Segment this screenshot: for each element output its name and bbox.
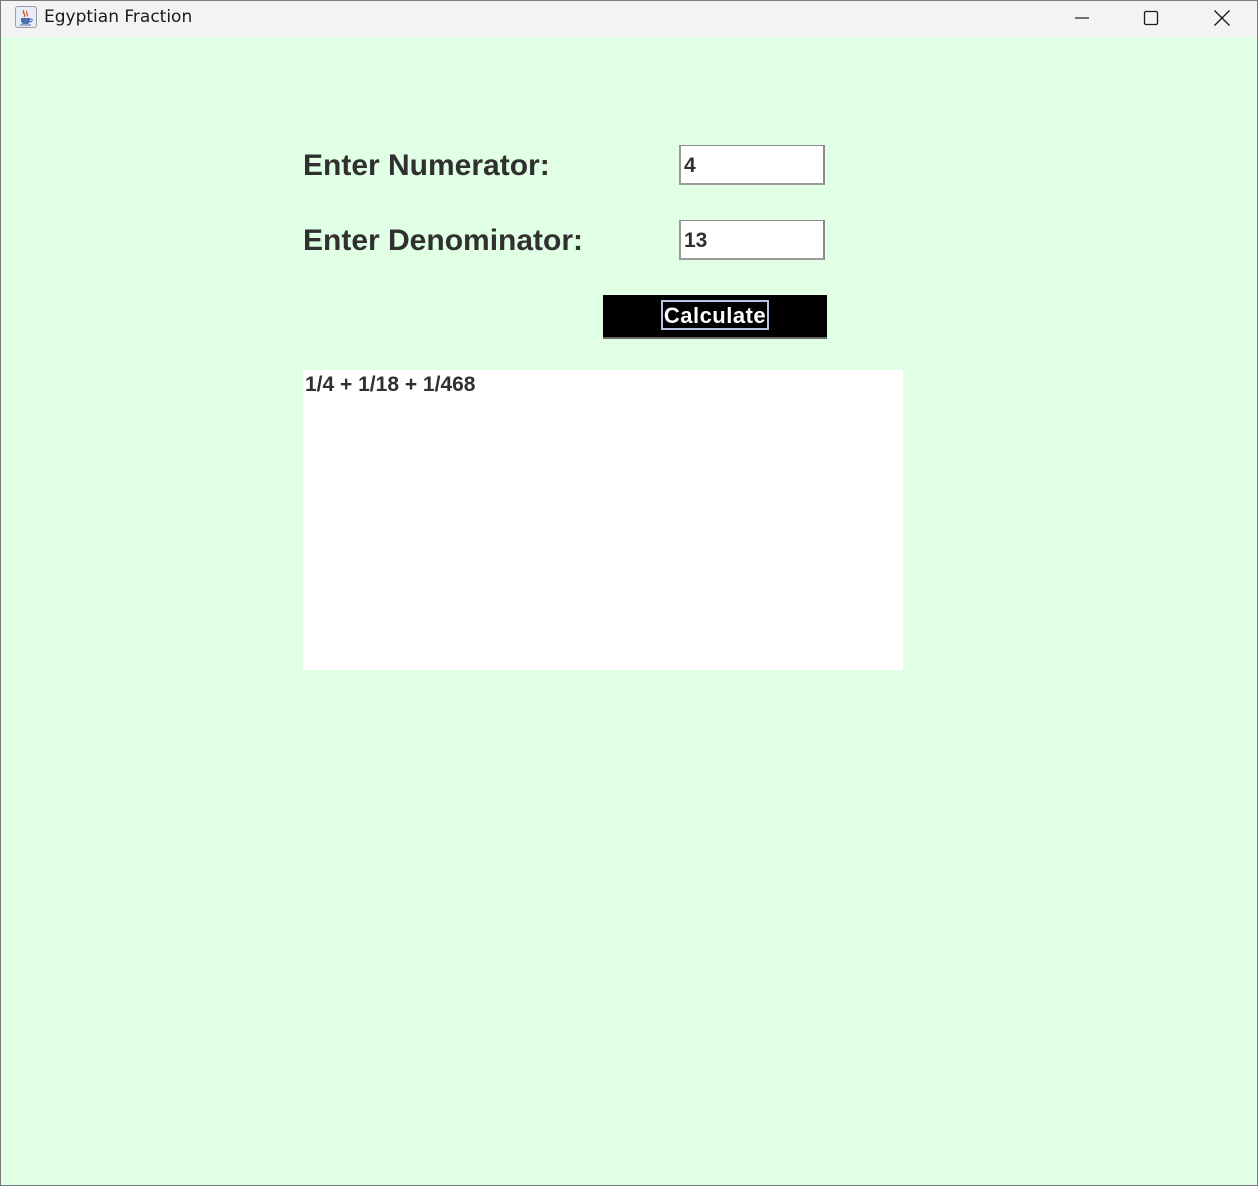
title-bar[interactable]: Egyptian Fraction [1, 1, 1257, 37]
maximize-icon [1143, 10, 1159, 26]
calculate-button[interactable]: Calculate [603, 295, 827, 339]
numerator-label: Enter Numerator: [303, 149, 550, 182]
app-window: Egyptian Fraction Enter Numerator: Enter… [0, 0, 1258, 1186]
minimize-icon [1075, 17, 1089, 19]
denominator-label: Enter Denominator: [303, 224, 584, 257]
close-button[interactable] [1187, 1, 1257, 35]
java-cup-icon [15, 6, 37, 28]
window-title: Egyptian Fraction [44, 7, 193, 27]
denominator-input[interactable] [679, 220, 825, 260]
close-icon [1214, 10, 1230, 26]
content-panel: Enter Numerator: Enter Denominator: Calc… [1, 37, 1257, 1185]
minimize-button[interactable] [1047, 1, 1117, 35]
numerator-input[interactable] [679, 145, 825, 185]
calculate-button-label: Calculate [663, 303, 767, 328]
result-text-area[interactable]: 1/4 + 1/18 + 1/468 [303, 370, 903, 670]
maximize-button[interactable] [1116, 1, 1186, 35]
